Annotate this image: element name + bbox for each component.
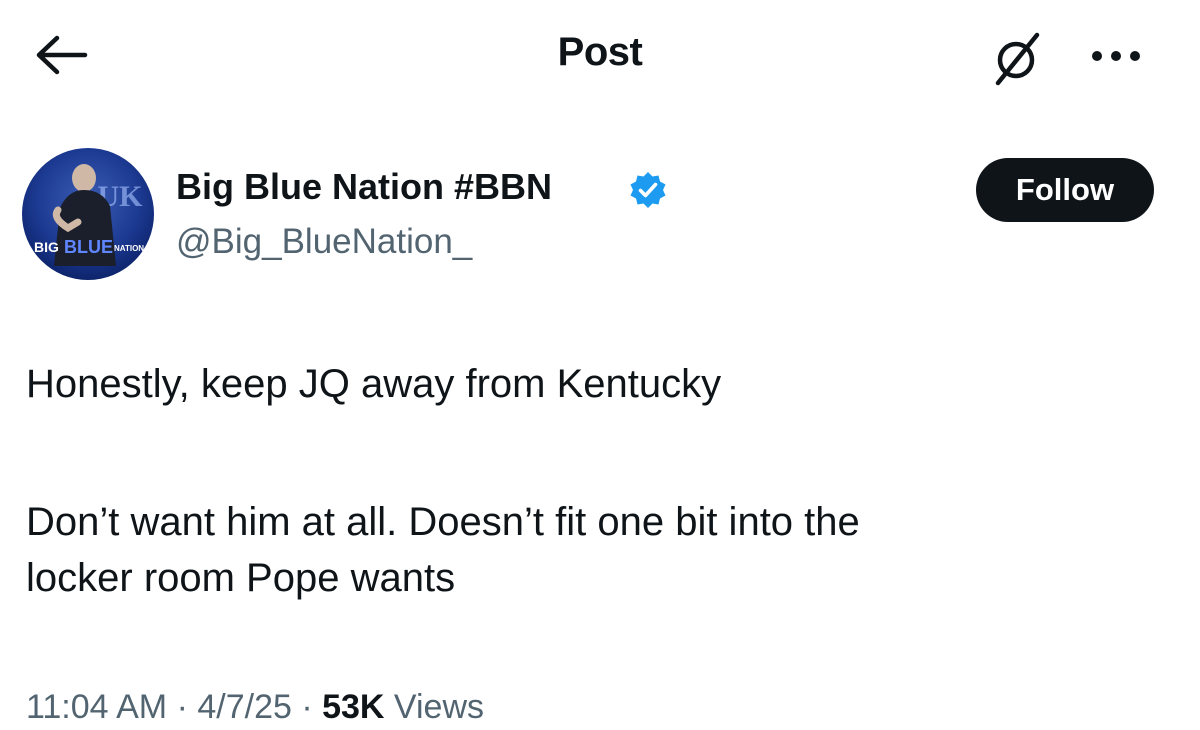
more-options-button[interactable] (1086, 34, 1146, 78)
post-text-line: Don’t want him at all. Doesn’t fit one b… (26, 500, 860, 544)
author-display-name[interactable]: Big Blue Nation #BBN (176, 166, 552, 208)
avatar[interactable]: UK BIG BLUE NATION (22, 148, 154, 280)
verified-badge-icon (630, 172, 666, 208)
post-time[interactable]: 11:04 AM (26, 688, 167, 726)
post-author: UK BIG BLUE NATION Big Blue Nation #BBN … (0, 142, 1200, 282)
post-text-line: locker room Pope wants (26, 556, 456, 600)
views-count: 53K (322, 688, 385, 726)
author-handle[interactable]: @Big_BlueNation_ (176, 222, 472, 262)
meta-separator: · (291, 688, 323, 726)
more-horizontal-icon (1092, 51, 1140, 61)
meta-separator: · (167, 688, 198, 726)
post-text: Honestly, keep JQ away from Kentucky Don… (26, 356, 1166, 606)
avatar-image: UK BIG BLUE NATION (22, 148, 154, 280)
post-metadata: 11:04 AM · 4/7/25 · 53K Views (26, 688, 484, 727)
avatar-text-nation: NATION (114, 244, 144, 253)
avatar-text-blue: BLUE (64, 237, 113, 257)
post-text-line: Honestly, keep JQ away from Kentucky (26, 362, 722, 406)
views-label: Views (384, 688, 485, 726)
top-bar: Post (0, 0, 1200, 110)
avatar-text-big: BIG (34, 239, 59, 255)
grok-button[interactable] (984, 28, 1050, 88)
post-date[interactable]: 4/7/25 (197, 688, 292, 726)
grok-icon (995, 32, 1040, 86)
follow-button[interactable]: Follow (976, 158, 1154, 222)
